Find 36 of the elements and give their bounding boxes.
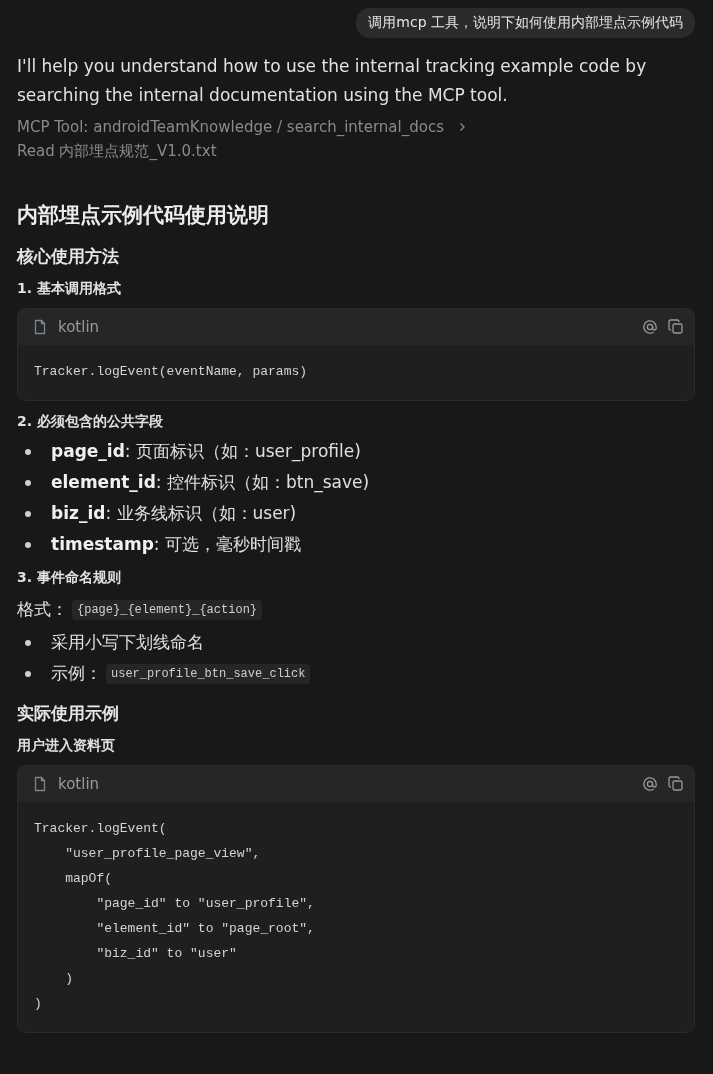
heading: 实际使用示例 <box>17 702 120 725</box>
bullet-icon <box>25 639 31 646</box>
at-sign-icon[interactable] <box>642 776 658 792</box>
language-label: kotlin <box>58 775 100 793</box>
file-icon <box>32 319 48 335</box>
bullet-icon <box>25 670 31 677</box>
list-item-text: 采用小写下划线命名 <box>51 631 204 654</box>
list-item-text: biz_id: 业务线标识（如：user) <box>51 502 297 525</box>
heading: 2. 必须包含的公共字段 <box>17 413 164 431</box>
inline-code: {page}_{element}_{action} <box>72 599 263 620</box>
heading: 3. 事件命名规则 <box>17 569 122 587</box>
heading: 用户进入资料页 <box>17 737 116 755</box>
language-label: kotlin <box>58 318 100 336</box>
bullet-icon <box>25 448 31 455</box>
list-item-text: 示例： <box>51 662 102 685</box>
at-sign-icon[interactable] <box>642 319 658 335</box>
code-text: Tracker.logEvent(eventName, params) <box>33 363 309 381</box>
tool-call-link[interactable]: MCP Tool: androidTeamKnowledge / search_internal_docs <box>17 118 444 136</box>
copy-icon[interactable] <box>668 319 684 335</box>
list-item-text: element_id: 控件标识（如：btn_save) <box>51 471 370 495</box>
paragraph-text: 格式： <box>17 598 68 621</box>
list-item-text: timestamp: 可选，毫秒时间戳 <box>51 533 301 556</box>
bullet-icon <box>25 541 31 548</box>
code-text: Tracker.logEvent( "user_profile_page_view", mapOf( "page_id" to "user_profile", "element_id" to "page_root", "biz_id" to "user" ) ) <box>33 820 316 1013</box>
copy-icon[interactable] <box>668 776 684 792</box>
file-icon <box>32 776 48 792</box>
heading: 1. 基本调用格式 <box>17 280 122 298</box>
list-item-text: page_id: 页面标识（如：user_profile) <box>51 440 361 464</box>
bullet-icon <box>25 510 31 517</box>
user-message: 调用mcp 工具，说明下如何使用内部埋点示例代码 <box>356 8 695 38</box>
inline-code: user_profile_btn_save_click <box>106 663 311 684</box>
heading: 核心使用方法 <box>17 245 120 268</box>
bullet-icon <box>25 479 31 486</box>
heading: 内部埋点示例代码使用说明 <box>17 202 270 229</box>
reply-text: I'll help you understand how to use the internal tracking example code by searching the internal documentation using the MCP tool. <box>17 55 648 107</box>
read-file-text: Read 内部埋点规范_V1.0.txt <box>17 142 217 161</box>
